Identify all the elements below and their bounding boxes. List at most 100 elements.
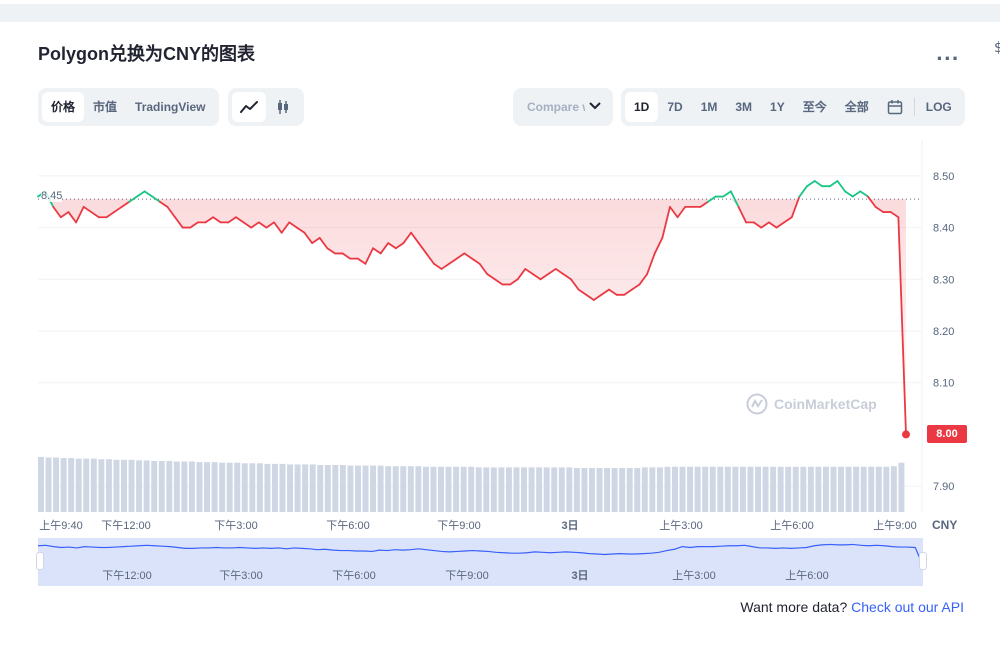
volume-bar bbox=[445, 466, 452, 512]
volume-bar bbox=[264, 463, 271, 512]
volume-bar bbox=[513, 467, 520, 512]
volume-bar bbox=[875, 466, 882, 512]
volume-bar bbox=[543, 467, 550, 512]
volume-bar bbox=[619, 467, 626, 512]
volume-bar bbox=[898, 462, 905, 512]
last-price-tag: 8.00 bbox=[927, 425, 967, 443]
volume-bar bbox=[641, 467, 648, 512]
volume-bar bbox=[883, 466, 890, 512]
volume-bar bbox=[656, 467, 663, 512]
price-line-segment bbox=[844, 190, 854, 198]
volume-bar bbox=[687, 466, 694, 512]
navigator-right-handle[interactable] bbox=[919, 552, 927, 570]
volume-bar bbox=[430, 466, 437, 512]
volume-bar bbox=[483, 467, 490, 512]
volume-bar bbox=[566, 467, 573, 512]
reference-price-label: 8.45 bbox=[41, 190, 63, 202]
volume-bar bbox=[672, 466, 678, 512]
volume-bar bbox=[249, 463, 256, 512]
y-tick-label: 8.40 bbox=[933, 223, 954, 235]
watermark-text: CoinMarketCap bbox=[774, 396, 877, 412]
volume-bar bbox=[777, 466, 784, 512]
volume-bar bbox=[45, 457, 52, 512]
currency-axis-label: CNY bbox=[932, 518, 957, 532]
volume-bar bbox=[271, 463, 278, 512]
volume-bar bbox=[505, 467, 512, 512]
volume-bar bbox=[626, 467, 633, 512]
volume-bar bbox=[521, 467, 528, 512]
x-tick-label: 上午3:00 bbox=[659, 519, 702, 532]
volume-bar bbox=[392, 466, 399, 512]
volume-bar bbox=[158, 460, 165, 512]
volume-bar bbox=[792, 466, 799, 512]
volume-bar bbox=[770, 466, 777, 512]
volume-bar bbox=[407, 466, 414, 512]
y-tick-label: 7.90 bbox=[933, 481, 954, 493]
volume-bar bbox=[309, 464, 316, 512]
volume-bar bbox=[702, 466, 709, 512]
navigator-left-handle[interactable] bbox=[36, 552, 44, 570]
volume-bar bbox=[121, 459, 127, 512]
price-line-segment bbox=[859, 190, 869, 198]
x-tick-label: 下午6:00 bbox=[326, 519, 369, 532]
last-price-dot bbox=[902, 430, 910, 439]
volume-bar bbox=[838, 466, 845, 512]
volume-bar bbox=[422, 466, 429, 512]
volume-bar bbox=[747, 466, 754, 512]
x-tick-label: 上午9:00 bbox=[873, 519, 916, 532]
volume-bar bbox=[596, 467, 603, 512]
volume-bar bbox=[151, 460, 158, 512]
volume-bar bbox=[815, 466, 822, 512]
price-chart[interactable]: 8.50 8.40 8.30 8.20 8.10 7.90 上午9:40 下午12:00 下午… bbox=[0, 0, 1000, 650]
volume-bar bbox=[105, 459, 112, 512]
volume-bar bbox=[732, 466, 739, 512]
volume-bar bbox=[234, 462, 241, 512]
volume-bar bbox=[294, 464, 301, 512]
volume-bar bbox=[498, 467, 505, 512]
volume-bar bbox=[302, 464, 309, 512]
volume-bar bbox=[166, 460, 173, 512]
volume-bar bbox=[475, 467, 482, 512]
navigator-tick-label: 下午12:00 bbox=[102, 569, 152, 582]
volume-bar bbox=[128, 459, 135, 512]
volume-bar bbox=[98, 459, 105, 512]
price-line-segment bbox=[836, 180, 846, 193]
x-tick-label: 3日 bbox=[561, 519, 578, 532]
volume-bar bbox=[226, 462, 233, 512]
x-tick-label: 下午9:00 bbox=[437, 519, 480, 532]
x-tick-label: 下午12:00 bbox=[101, 519, 151, 532]
volume-bar bbox=[181, 461, 188, 512]
volume-bar bbox=[415, 466, 422, 512]
volume-bar bbox=[339, 465, 346, 512]
volume-bar bbox=[822, 466, 829, 512]
volume-bar bbox=[634, 467, 641, 512]
volume-bar bbox=[845, 466, 852, 512]
volume-bar bbox=[287, 464, 294, 512]
volume-bar bbox=[800, 466, 807, 512]
navigator-tick-label: 下午6:00 bbox=[332, 569, 375, 582]
api-link[interactable]: Check out our API bbox=[851, 599, 964, 615]
volume-bar bbox=[362, 465, 369, 512]
volume-bar bbox=[739, 466, 746, 512]
volume-bar bbox=[709, 466, 716, 512]
x-tick-label: 下午3:00 bbox=[214, 519, 257, 532]
navigator-tick-label: 3日 bbox=[571, 569, 588, 582]
volume-bar bbox=[438, 466, 444, 512]
volume-bar bbox=[581, 467, 588, 512]
volume-bar bbox=[355, 465, 361, 512]
volume-bar bbox=[60, 458, 67, 512]
price-line-segment bbox=[851, 190, 862, 198]
volume-bar bbox=[755, 466, 761, 512]
volume-bar bbox=[762, 466, 769, 512]
volume-bar bbox=[347, 465, 354, 512]
volume-bar bbox=[460, 466, 467, 512]
volume-bar bbox=[453, 466, 460, 512]
api-promo-text: Want more data? bbox=[740, 599, 848, 615]
volume-bar bbox=[724, 466, 731, 512]
volume-bar bbox=[279, 463, 286, 512]
y-tick-label: 8.50 bbox=[933, 171, 954, 183]
volume-bar bbox=[785, 466, 792, 512]
navigator-tick-label: 上午3:00 bbox=[672, 569, 715, 582]
price-line-segment bbox=[136, 190, 146, 198]
price-line-segment bbox=[813, 180, 824, 188]
